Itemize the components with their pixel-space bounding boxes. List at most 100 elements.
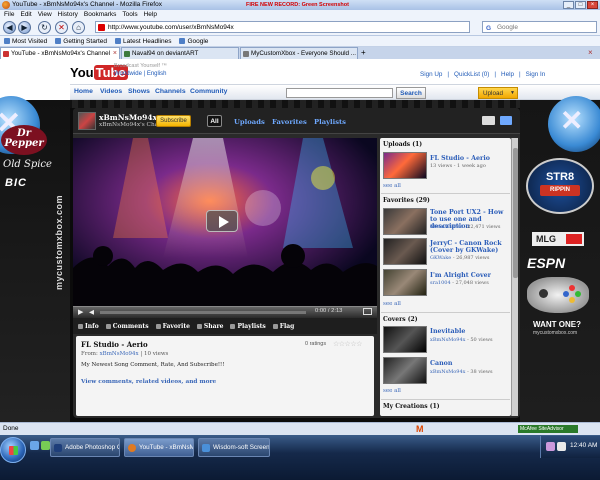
tab-playlists[interactable]: Playlists [314,118,346,126]
home-icon[interactable]: ⌂ [72,21,85,34]
quicklist-link[interactable]: QuickList (0) [454,71,489,78]
video-thumbnail[interactable] [383,269,427,296]
share-action[interactable]: Share [196,323,223,330]
maximize-button[interactable]: □ [575,1,586,9]
mcafee-m-icon[interactable]: M [416,424,424,434]
youtube-search-input[interactable] [286,88,393,98]
video-link[interactable]: FL Studio - Aerio [430,155,508,162]
help-link[interactable]: Help [501,71,514,78]
video-link[interactable]: I'm Alright Cover [430,272,508,279]
sign-in-link[interactable]: Sign In [526,71,546,78]
video-thumbnail[interactable] [383,326,427,353]
mcafee-badge[interactable]: McAfee SiteAdvisor [518,425,578,433]
fullscreen-icon[interactable] [363,308,372,315]
flag-action[interactable]: Flag [272,323,294,330]
progress-bar[interactable] [100,311,306,314]
taskbar-item-firefox[interactable]: YouTube - xBmNsM... [124,438,194,457]
scrollbar-thumb[interactable] [513,148,518,278]
nav-videos[interactable]: Videos [100,88,122,95]
video-link[interactable]: Canon [430,360,508,367]
nav-home[interactable]: Home [74,88,93,95]
play-overlay-button[interactable] [206,210,238,232]
video-thumbnail[interactable] [383,208,427,235]
grid-view-icon[interactable] [482,116,495,125]
tab-all[interactable]: All [207,115,222,127]
taskbar-item-photoshop[interactable]: Adobe Photoshop C... [50,438,120,457]
tab-uploads[interactable]: Uploads [234,118,265,126]
menu-bookmarks[interactable]: Bookmarks [84,10,117,19]
stop-icon[interactable]: ✕ [55,21,68,34]
search-engine-box[interactable]: G Google [482,21,597,33]
user-link[interactable]: sra1004 [430,280,451,286]
forward-arrow-icon[interactable]: ▶ [18,21,31,34]
view-more-link[interactable]: View comments, related videos, and more [81,379,216,385]
subscribe-button[interactable]: Subscribe [156,115,191,127]
list-view-icon[interactable] [500,116,512,125]
sign-up-link[interactable]: Sign Up [420,71,442,78]
volume-icon[interactable]: ◀ [89,308,94,316]
reload-icon[interactable]: ↻ [38,21,51,34]
info-action[interactable]: Info [78,323,99,330]
tab-deviantart[interactable]: Naval94 on deviantART [121,47,239,59]
menu-edit[interactable]: Edit [20,10,31,19]
video-link[interactable]: JerryC - Canon Rock (Cover by GKWake) [430,240,508,254]
comment-icon [105,323,111,329]
tab-favorites[interactable]: Favorites [272,118,307,126]
start-button[interactable] [0,437,26,463]
sidebar-scrollbar[interactable] [511,138,518,416]
video-thumbnail[interactable] [383,357,427,384]
bookmark-google[interactable]: Google [179,36,208,46]
show-desktop-icon[interactable] [30,441,39,450]
user-link[interactable]: xBmNsMo94x [430,337,466,343]
url-text: http://www.youtube.com/user/xBmNsMo94x [108,24,234,31]
menu-help[interactable]: Help [144,10,157,19]
close-tab-icon[interactable]: × [588,47,600,59]
tab-mycustomxbox[interactable]: MyCustomXbox - Everyone Should ... [240,47,358,59]
bookmark-getting-started[interactable]: Getting Started [55,36,107,46]
switch-windows-icon[interactable] [41,441,50,450]
video-link[interactable]: Inevitable [430,328,508,335]
comments-action[interactable]: Comments [105,323,149,330]
nav-community[interactable]: Community [190,88,227,95]
menu-view[interactable]: View [38,10,52,19]
uploader-link[interactable]: xBmNsMo94x [100,351,139,357]
tab-youtube[interactable]: YouTube - xBmNsMo94x's Channel × [0,47,120,59]
tab-close-icon[interactable]: × [113,48,117,59]
taskbar-item-screenshot[interactable]: Wisdom-soft Screen... [198,438,270,457]
worldwide-link[interactable]: Worldwide [114,71,142,77]
back-arrow-icon[interactable]: ◀ [3,21,16,34]
english-link[interactable]: English [147,71,167,77]
volume-tray-icon[interactable] [557,442,566,451]
user-link[interactable]: GKWake [430,255,451,261]
tray-icon[interactable] [546,442,555,451]
address-bar[interactable]: http://www.youtube.com/user/xBmNsMo94x [95,21,470,33]
menu-file[interactable]: File [4,10,14,19]
user-link[interactable]: MetalWolf92 [430,224,462,230]
close-window-button[interactable]: × [587,1,598,9]
video-thumbnail[interactable] [383,152,427,179]
menu-history[interactable]: History [58,10,78,19]
video-thumbnail[interactable] [383,238,427,265]
video-uploader-line: From: xBmNsMo94x | 10 views [81,351,168,357]
nav-channels[interactable]: Channels [155,88,186,95]
view-count: - 22,471 views [463,224,501,230]
new-tab-icon[interactable]: + [361,47,371,59]
upload-button[interactable]: Upload ▼ [478,87,518,99]
favorite-action[interactable]: Favorite [155,323,190,330]
playlists-action[interactable]: Playlists [230,323,266,330]
menu-tools[interactable]: Tools [122,10,137,19]
youtube-search-button[interactable]: Search [396,87,426,99]
see-all-link[interactable]: see all [383,388,401,394]
star-rating[interactable]: ☆☆☆☆☆ [333,340,362,348]
nav-shows[interactable]: Shows [128,88,150,95]
want-one-text: WANT ONE? [533,320,581,329]
play-icon[interactable]: ▶ [78,308,83,316]
minimize-button[interactable]: _ [563,1,574,9]
user-link[interactable]: xBmNsMo94x [430,369,466,375]
avatar[interactable] [78,112,96,130]
bookmark-most-visited[interactable]: Most Visited [4,36,47,46]
see-all-link[interactable]: see all [383,301,401,307]
see-all-link[interactable]: see all [383,183,401,189]
video-meta: xBmNsMo94x - 38 views [430,369,493,375]
bookmark-latest-headlines[interactable]: Latest Headlines [115,36,171,46]
